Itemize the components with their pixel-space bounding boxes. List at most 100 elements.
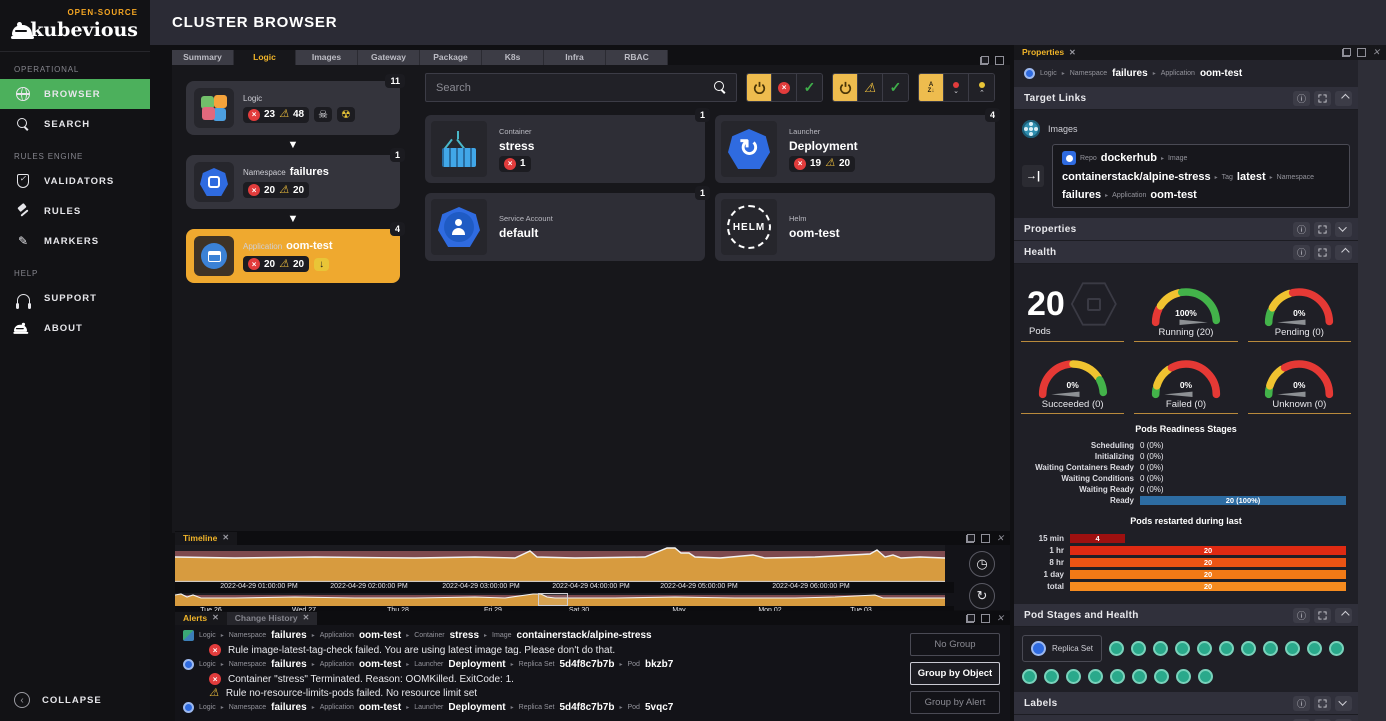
brush-selection[interactable] <box>538 593 568 606</box>
sidebar-item-markers[interactable]: ✎ MARKERS <box>0 226 150 256</box>
sidebar-item-support[interactable]: SUPPORT <box>0 283 150 313</box>
close-icon[interactable]: ✕ <box>996 613 1004 623</box>
pod-circle[interactable] <box>1110 669 1125 684</box>
tab-infra[interactable]: Infra <box>544 50 606 65</box>
tab-logic[interactable]: Logic <box>234 50 296 65</box>
alert-message[interactable]: ⚠ Rule no-resource-limits-pods failed. No… <box>183 688 902 700</box>
close-icon[interactable]: ✕ <box>996 533 1004 543</box>
info-icon[interactable]: ⓘ <box>1293 90 1310 106</box>
expand-icon[interactable] <box>1314 607 1331 623</box>
warning-filter-off-button[interactable]: ✓ <box>883 74 908 101</box>
alert-message[interactable]: × Rule image-latest-tag-check failed. You… <box>183 644 902 656</box>
timeline-brush[interactable] <box>175 593 954 606</box>
pod-circle[interactable] <box>1262 641 1278 656</box>
maximize-icon[interactable] <box>995 56 1004 65</box>
goto-link-icon[interactable]: →| <box>1022 165 1044 187</box>
sort-by-errors-button[interactable]: ⌄ <box>944 74 969 101</box>
section-health[interactable]: Health ⓘ <box>1014 241 1358 264</box>
sidebar-item-rules[interactable]: RULES <box>0 196 150 226</box>
no-group-button[interactable]: No Group <box>910 633 1000 656</box>
close-icon[interactable]: ✕ <box>303 613 310 622</box>
tab-rbac[interactable]: RBAC <box>606 50 668 65</box>
pod-circle[interactable] <box>1198 669 1213 684</box>
popout-icon[interactable] <box>1342 48 1352 57</box>
close-icon[interactable]: ✕ <box>212 613 219 622</box>
tree-node-namespace-failures[interactable]: 1 Namespace failures × 20 ⚠ 20 <box>186 148 405 209</box>
alert-message[interactable]: × Container "stress" Terminated. Reason: … <box>183 673 902 685</box>
maximize-icon[interactable] <box>981 533 991 543</box>
tab-k8s[interactable]: K8s <box>482 50 544 65</box>
tree-node-logic[interactable]: 11 Logic × 23 ⚠ 48 ☠ ☢ <box>186 74 405 135</box>
pod-circle[interactable] <box>1240 641 1256 656</box>
timeline-tab[interactable]: Timeline ✕ <box>175 531 238 545</box>
info-icon[interactable]: ⓘ <box>1293 695 1310 711</box>
section-target-links[interactable]: Target Links ⓘ <box>1014 87 1358 110</box>
collapse-chevron-icon[interactable] <box>1335 244 1352 260</box>
tab-gateway[interactable]: Gateway <box>358 50 420 65</box>
alert-object-path[interactable]: Logic ▸ Namespace failures ▸ Application oom… <box>183 659 902 670</box>
sidebar-item-search[interactable]: SEARCH <box>0 109 150 139</box>
warning-filter-power-button[interactable] <box>833 74 858 101</box>
pod-circle[interactable] <box>1108 641 1124 656</box>
section-labels[interactable]: Labels ⓘ <box>1014 692 1358 715</box>
replica-set-chip[interactable]: Replica Set <box>1022 635 1102 662</box>
panel-scroll-gutter[interactable] <box>1358 60 1386 721</box>
pod-circle[interactable] <box>1306 641 1322 656</box>
tab-summary[interactable]: Summary <box>172 50 234 65</box>
card-service-account-default[interactable]: 1 Service Account default <box>425 186 710 261</box>
popout-icon[interactable] <box>966 533 976 543</box>
collapse-button[interactable]: ‹ COLLAPSE <box>0 685 150 715</box>
section-resources[interactable]: Resources ⓘ <box>1014 715 1358 721</box>
pod-circle[interactable] <box>1044 669 1059 684</box>
maximize-icon[interactable] <box>1357 48 1367 57</box>
pod-circle[interactable] <box>1218 641 1234 656</box>
expand-chevron-icon[interactable] <box>1335 221 1352 237</box>
tree-expand-arrow[interactable]: ▼ <box>288 209 299 229</box>
sidebar-item-browser[interactable]: BROWSER <box>0 79 150 109</box>
pod-circle[interactable] <box>1132 669 1147 684</box>
error-filter-power-button[interactable] <box>747 74 772 101</box>
sidebar-item-validators[interactable]: VALIDATORS <box>0 166 150 196</box>
expand-icon[interactable] <box>1314 90 1331 106</box>
section-properties[interactable]: Properties ⓘ <box>1014 218 1358 241</box>
info-icon[interactable]: ⓘ <box>1293 607 1310 623</box>
card-launcher-deployment[interactable]: 4 ↻ Launcher Deployment × 19 ⚠ 20 <box>715 108 1000 183</box>
warning-filter-on-button[interactable]: ⚠ <box>858 74 883 101</box>
error-filter-off-button[interactable]: ✓ <box>797 74 822 101</box>
pod-circle[interactable] <box>1284 641 1300 656</box>
refresh-button[interactable]: ↻ <box>969 583 995 609</box>
close-icon[interactable]: ✕ <box>222 533 229 542</box>
expand-icon[interactable] <box>1314 244 1331 260</box>
error-filter-on-button[interactable]: × <box>772 74 797 101</box>
history-clock-button[interactable]: ◷ <box>969 551 995 577</box>
pod-circle[interactable] <box>1176 669 1191 684</box>
alerts-tab[interactable]: Alerts ✕ <box>175 611 227 625</box>
pod-circle[interactable] <box>1154 669 1169 684</box>
change-history-tab[interactable]: Change History ✕ <box>226 611 318 625</box>
tree-node-application-oom-test[interactable]: 4 Application oom-test × 20 ⚠ 20 ↓ <box>186 222 405 283</box>
info-icon[interactable]: ⓘ <box>1293 244 1310 260</box>
popout-icon[interactable] <box>966 613 976 623</box>
pod-circle[interactable] <box>1088 669 1103 684</box>
tab-images[interactable]: Images <box>296 50 358 65</box>
selected-object-breadcrumb[interactable]: Logic ▸ Namespace failures ▸ Application oom… <box>1014 60 1358 87</box>
collapse-chevron-icon[interactable] <box>1335 607 1352 623</box>
collapse-chevron-icon[interactable] <box>1335 90 1352 106</box>
expand-chevron-icon[interactable] <box>1335 695 1352 711</box>
maximize-icon[interactable] <box>981 613 991 623</box>
tree-expand-arrow[interactable]: ▼ <box>288 135 299 155</box>
target-link[interactable]: Repo dockerhub ▸ Image containerstack/alpin… <box>1052 144 1350 208</box>
popout-icon[interactable] <box>980 56 989 65</box>
alert-object-path[interactable]: Logic ▸ Namespace failures ▸ Application oom… <box>183 702 902 713</box>
pod-circle[interactable] <box>1152 641 1168 656</box>
sidebar-item-about[interactable]: ABOUT <box>0 313 150 343</box>
alert-object-path[interactable]: Logic ▸ Namespace failures ▸ Application oom… <box>183 630 902 641</box>
close-icon[interactable]: ✕ <box>1372 48 1380 57</box>
expand-icon[interactable] <box>1314 221 1331 237</box>
card-helm-oom-test[interactable]: HELM Helm oom-test <box>715 193 995 261</box>
group-by-alert-button[interactable]: Group by Alert <box>910 691 1000 714</box>
expand-icon[interactable] <box>1314 695 1331 711</box>
pod-circle[interactable] <box>1022 669 1037 684</box>
pod-circle[interactable] <box>1130 641 1146 656</box>
card-container-stress[interactable]: 1 Container stress × 1 <box>425 108 710 183</box>
